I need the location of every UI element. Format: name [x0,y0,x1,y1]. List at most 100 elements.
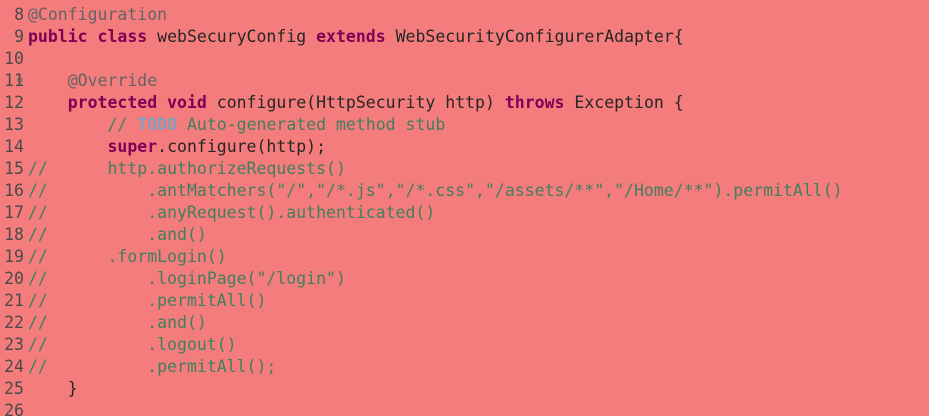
code-token: .configure(http); [157,137,327,156]
line-number: 26 [4,401,24,416]
code-token: // [28,335,48,354]
code-token: class [97,27,148,46]
code-token: // [107,115,138,134]
line-number: 14 [4,137,24,156]
code-text: // http.authorizeRequests() [28,158,346,180]
line-number: 22 [4,313,24,332]
code-text: @Override [28,70,157,92]
code-text: // .formLogin() [28,246,227,268]
code-token: // [28,225,48,244]
code-text: // .and() [28,224,207,246]
code-line[interactable]: 16// .antMatchers("/","/*.js","/*.css","… [0,180,929,202]
code-text: // .anyRequest().authenticated() [28,202,435,224]
code-token: extends [316,27,386,46]
code-line[interactable]: 25 } [0,378,929,400]
code-token: .formLogin() [47,247,227,266]
code-token: throws [504,93,565,112]
code-text: public class webSecuryConfig extends Web… [28,26,684,48]
line-number: 16 [4,181,24,200]
code-token: } [28,379,78,398]
code-line[interactable]: 20// .loginPage("/login") [0,268,929,290]
code-token: Exception { [564,93,684,112]
code-line[interactable]: 22// .and() [0,312,929,334]
code-editor[interactable]: 8 @Configuration 9 public class webSecuryCo… [0,0,929,416]
code-token: .loginPage("/login") [47,269,346,288]
code-token: super [107,137,158,156]
code-text: // .permitAll() [28,290,266,312]
code-token: .anyRequest().authenticated() [47,203,436,222]
code-token: // [28,313,48,332]
code-line[interactable]: 12 protected void configure(HttpSecurity… [0,92,929,114]
line-number: 21 [4,291,24,310]
code-token: @Override [67,71,158,90]
code-token: WebSecurityConfigurerAdapter{ [385,27,684,46]
code-token: // [28,203,48,222]
code-text: super.configure(http); [28,136,326,158]
code-token: .antMatchers("/","/*.js","/*.css","/asse… [47,181,843,200]
line-number: 23 [4,335,24,354]
line-number: 25 [4,379,24,398]
code-line[interactable]: 17// .anyRequest().authenticated() [0,202,929,224]
code-token: .and() [47,225,207,244]
code-text: @Configuration [28,4,167,26]
code-line[interactable]: 8 @Configuration [0,4,929,26]
code-line[interactable]: 24// .permitAll(); [0,356,929,378]
code-line[interactable]: 19// .formLogin() [0,246,929,268]
code-token: protected [67,93,158,112]
code-text: // .and() [28,312,207,334]
code-token: .and() [47,313,207,332]
code-token: webSecuryConfig [147,27,317,46]
code-token: // [28,357,48,376]
code-line[interactable]: 9 public class webSecuryConfig extends We… [0,26,929,48]
line-number: 20 [4,269,24,288]
code-token: public [28,27,88,46]
code-line[interactable]: 11 ⊖ @Override [0,70,929,92]
fold-collapse-icon[interactable]: ⊖ [17,70,23,92]
code-token: .logout() [47,335,237,354]
code-lines: 8 @Configuration 9 public class webSecuryCo… [0,4,929,416]
line-number: 17 [4,203,24,222]
code-line[interactable]: 13 // TODO Auto-generated method stub [0,114,929,136]
code-text: // .loginPage("/login") [28,268,346,290]
code-token: // [28,247,48,266]
code-token: // [28,269,48,288]
code-text: protected void configure(HttpSecurity ht… [28,92,684,114]
code-text: // .antMatchers("/","/*.js","/*.css","/a… [28,180,843,202]
line-number: 10 [4,49,24,68]
code-line[interactable]: 21// .permitAll() [0,290,929,312]
code-token: // [28,291,48,310]
line-number: 19 [4,247,24,266]
code-text: // .logout() [28,334,237,356]
code-text: } [28,378,78,400]
line-number: 13 [4,115,24,134]
line-number: 9 [14,27,24,46]
line-number: 12 [4,93,24,112]
code-text: // TODO Auto-generated method stub [28,114,445,136]
code-line[interactable]: 15// http.authorizeRequests() [0,158,929,180]
code-line[interactable]: 26 [0,400,929,416]
code-token: @Configuration [28,5,168,24]
line-number: 8 [14,5,24,24]
code-line[interactable]: 14 super.configure(http); [0,136,929,158]
line-number: 18 [4,225,24,244]
code-token: .permitAll() [47,291,267,310]
code-token: configure(HttpSecurity http) [206,93,505,112]
code-line[interactable]: 23// .logout() [0,334,929,356]
code-token: // [28,159,48,178]
code-token: http.authorizeRequests() [47,159,346,178]
code-line[interactable]: 10 [0,48,929,70]
code-token: TODO [137,115,178,134]
code-line[interactable]: 18// .and() [0,224,929,246]
line-number: 24 [4,357,24,376]
code-token: // [28,181,48,200]
line-number: 15 [4,159,24,178]
code-text: // .permitAll(); [28,356,276,378]
code-token: .permitAll(); [47,357,277,376]
code-token: Auto-generated method stub [177,115,446,134]
